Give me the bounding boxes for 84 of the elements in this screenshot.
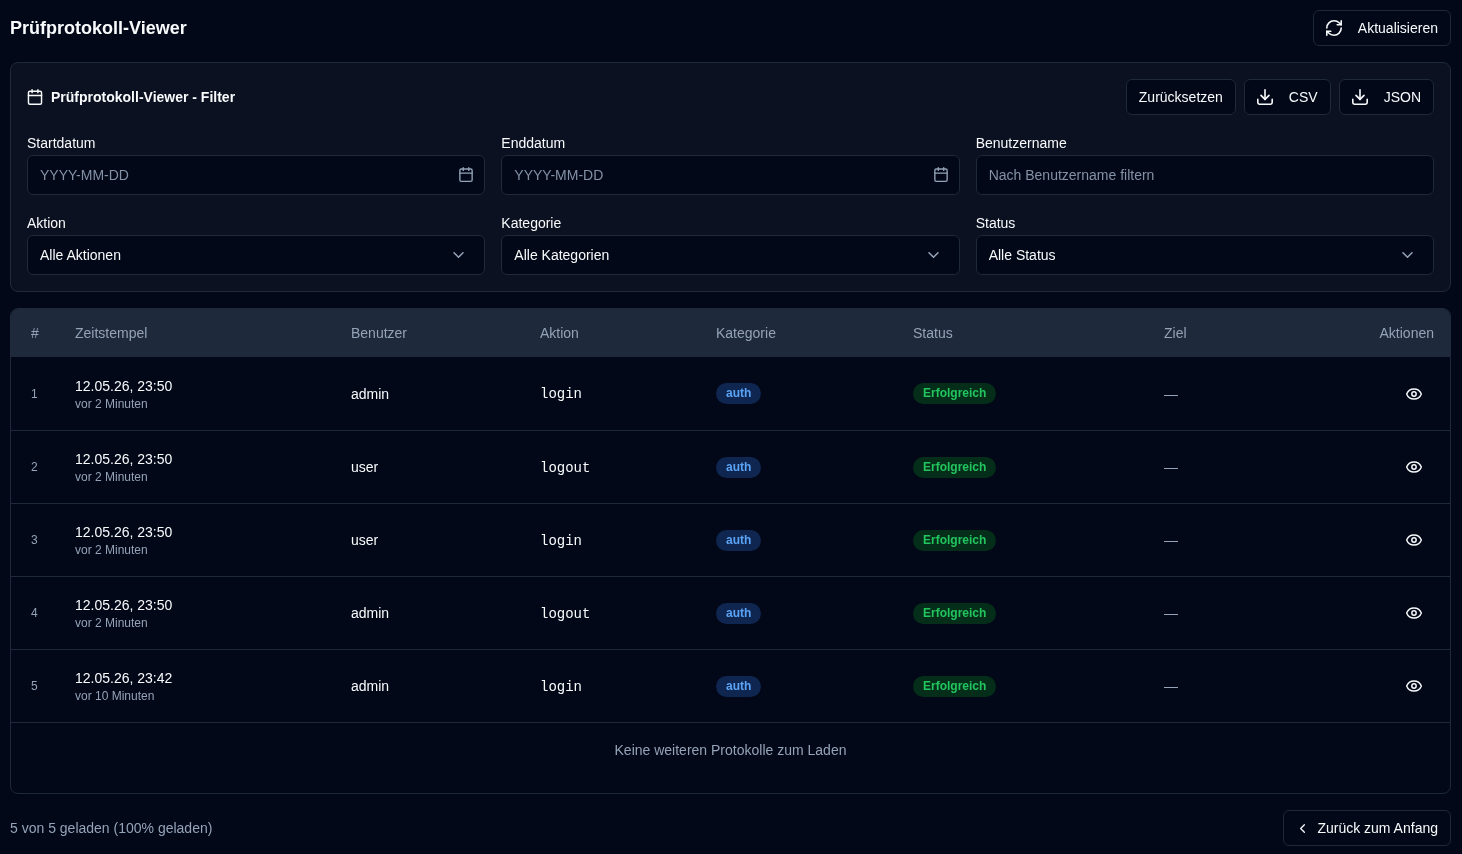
chevron-down-icon [453,252,465,258]
user-name: admin [351,678,390,694]
eye-icon [1406,461,1422,473]
download-icon [1351,89,1368,105]
timestamp-text: 12.05.26, 23:50 [75,596,174,615]
row-number: 3 [31,533,38,547]
timestamp-text: 12.05.26, 23:42 [75,669,174,688]
target-text: — [1164,605,1178,621]
page-title: Prüfprotokoll-Viewer [10,17,187,39]
relative-time-text: vor 2 Minuten [75,615,149,631]
dropdown[interactable]: Alle Status [975,235,1434,275]
field-label: Status [975,215,1017,231]
field-label: Startdatum [27,135,97,151]
status-badge: Erfolgreich [913,383,997,404]
row-number: 5 [31,679,38,693]
column-header: Kategorie [716,325,776,341]
field-label: Kategorie [501,215,563,231]
row-number: 1 [31,386,38,401]
column-header: Zeitstempel [75,325,148,341]
status-badge: Erfolgreich [913,675,997,697]
relative-time-text: vor 10 Minuten [75,688,156,704]
dropdown[interactable]: Alle Aktionen [27,235,486,275]
download-button[interactable]: CSV [1243,79,1331,115]
action-text: logout [540,459,591,476]
category-badge: auth [716,529,762,551]
target-text: — [1164,678,1178,694]
column-header: Aktionen [1379,325,1434,341]
column-header: Status [913,325,953,341]
chevron-down-icon [1402,252,1413,258]
status-badge: Erfolgreich [913,456,997,478]
category-badge: auth [716,383,762,404]
text-field[interactable]: Nach Benutzername filtern [975,155,1434,195]
user-name: user [351,459,379,475]
action-text: logout [540,605,591,622]
column-header: Aktion [540,325,579,341]
eye-icon [1406,680,1422,692]
refresh-button[interactable]: Aktualisieren [1312,10,1451,46]
calendar-icon [27,89,43,105]
chevron-left-icon [1300,823,1306,833]
date-field[interactable]: YYYY-MM-DD [27,155,486,195]
dropdown[interactable]: Alle Kategorien [501,235,960,275]
column-header: Ziel [1164,325,1187,341]
row-number: 2 [31,460,38,474]
field-label: Benutzername [975,135,1068,151]
status-badge: Erfolgreich [913,602,997,624]
timestamp-text: 12.05.26, 23:50 [75,450,174,469]
eye-icon [1406,387,1422,400]
row-number: 4 [31,606,38,620]
filter-title: Prüfprotokoll-Viewer - Filter [51,89,236,105]
relative-time-text: vor 2 Minuten [75,469,149,485]
column-header: # [31,325,39,341]
date-field[interactable]: YYYY-MM-DD [501,155,960,195]
calendar-icon [459,167,474,182]
user-name: admin [351,385,390,402]
relative-time-text: vor 2 Minuten [75,395,149,412]
user-name: admin [351,605,390,621]
field-label: Enddatum [501,135,567,151]
chevron-down-icon [927,252,939,258]
status-badge: Erfolgreich [913,529,997,551]
timestamp-text: 12.05.26, 23:50 [75,523,174,542]
relative-time-text: vor 2 Minuten [75,542,149,558]
field-label: Aktion [27,215,67,231]
category-badge: auth [716,602,762,624]
refresh-icon [1325,20,1342,36]
target-text: — [1164,532,1178,548]
timestamp-text: 12.05.26, 23:50 [75,376,174,396]
reset-button[interactable]: Zurücksetzen [1125,79,1236,115]
user-name: user [351,532,379,548]
download-icon [1256,89,1273,105]
action-text: login [540,386,582,402]
eye-icon [1406,534,1422,546]
category-badge: auth [716,675,762,697]
eye-icon [1406,607,1422,619]
category-badge: auth [716,456,762,478]
loaded-summary: 5 von 5 geladen (100% geladen) [10,820,213,836]
action-text: login [540,532,582,549]
end-of-list-message: Keine weiteren Protokolle zum Laden [614,742,847,758]
back-to-top-button[interactable]: Zurück zum Anfang [1283,810,1451,846]
download-button[interactable]: JSON [1338,79,1434,115]
target-text: — [1164,459,1178,475]
action-text: login [540,678,582,695]
column-header: Benutzer [351,325,408,341]
target-text: — [1164,385,1178,402]
calendar-icon [933,167,948,182]
